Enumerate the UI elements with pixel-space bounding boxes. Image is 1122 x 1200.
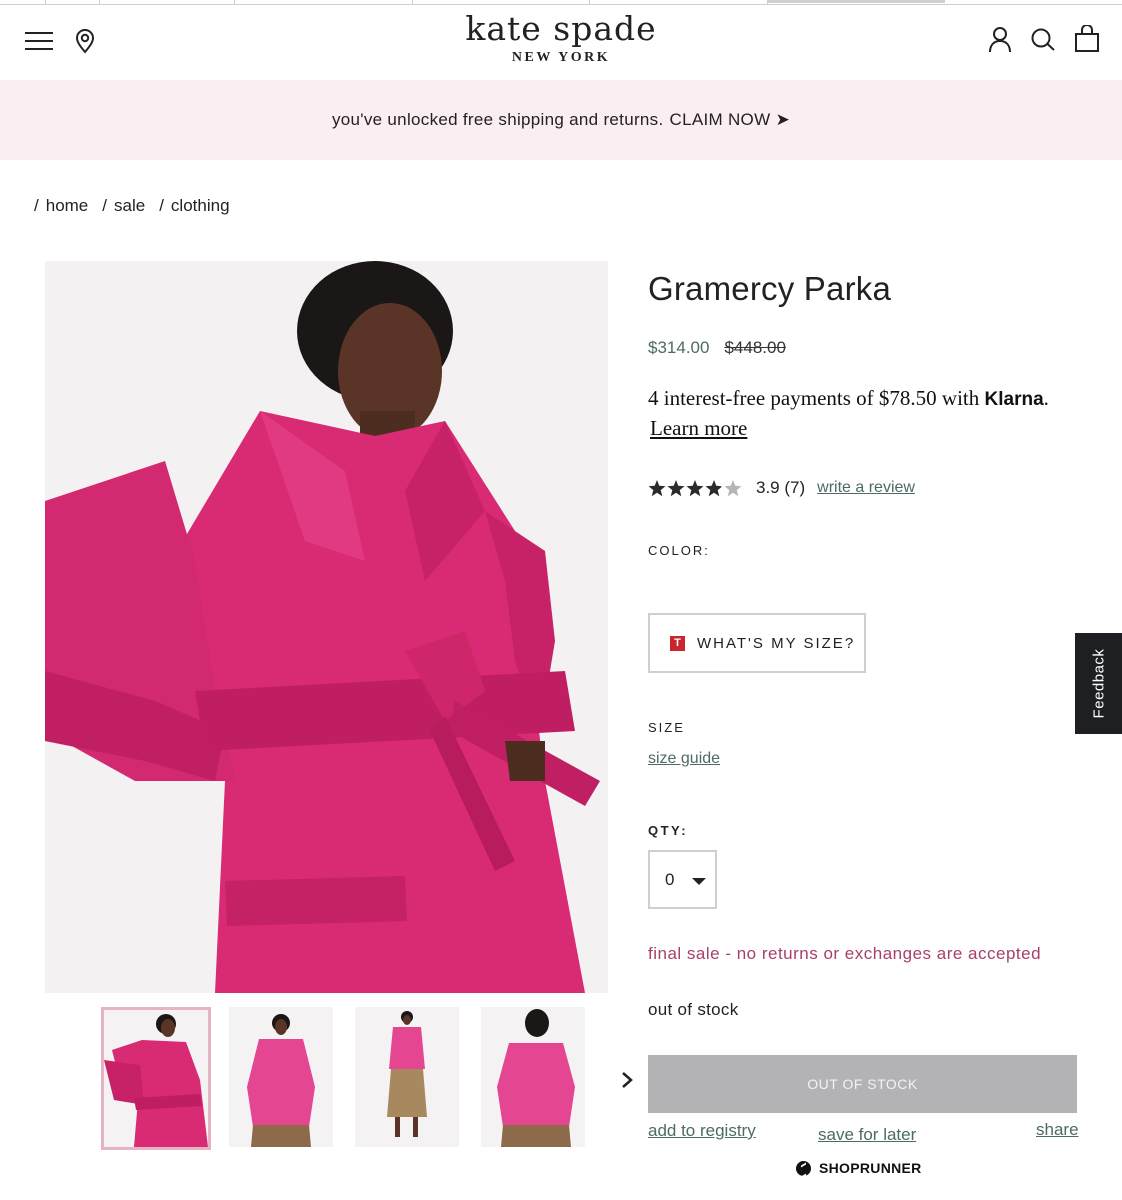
final-sale-notice: final sale - no returns or exchanges are… (648, 944, 1042, 963)
promo-banner[interactable]: you've unlocked free shipping and return… (0, 80, 1122, 160)
whats-my-size-label: WHAT'S MY SIZE? (697, 634, 856, 652)
share-link[interactable]: share (1036, 1120, 1079, 1140)
account-icon[interactable] (988, 26, 1012, 53)
breadcrumb-link-home[interactable]: home (46, 196, 89, 215)
claim-now-link[interactable]: CLAIM NOW ➤ (670, 110, 791, 130)
shoprunner-label: SHOPRUNNER (819, 1160, 922, 1176)
out-of-stock-button[interactable]: OUT OF STOCK (648, 1055, 1077, 1113)
quantity-select[interactable]: 0 (648, 850, 717, 909)
thumbnail-image[interactable] (101, 1007, 211, 1150)
color-label: COLOR: (648, 543, 710, 558)
rating-summary: 3.9 (7) write a review (648, 478, 915, 498)
brand-logo[interactable]: kate spade NEW YORK (0, 9, 1122, 66)
whats-my-size-button[interactable]: T WHAT'S MY SIZE? (648, 613, 866, 673)
shopping-bag-icon[interactable] (1074, 25, 1100, 53)
klarna-text: 4 interest-free payments of $78.50 with (648, 386, 980, 410)
star-icon (667, 480, 685, 497)
chevron-down-icon (692, 878, 706, 885)
rating-score: 3.9 (7) (756, 478, 806, 497)
price-block: $314.00 $448.00 (648, 338, 786, 358)
stock-status: out of stock (648, 1000, 739, 1019)
original-price: $448.00 (724, 338, 786, 357)
klarna-message: 4 interest-free payments of $78.50 with … (648, 384, 1068, 442)
breadcrumb-link-clothing[interactable]: clothing (171, 196, 230, 215)
thumbnail-image[interactable] (481, 1007, 585, 1147)
header-actions (988, 25, 1100, 53)
product-title: Gramercy Parka (648, 270, 892, 307)
feedback-tab[interactable]: Feedback (1075, 633, 1122, 734)
breadcrumb: / home / sale / clothing (34, 196, 230, 216)
thumbnail-image[interactable] (355, 1007, 459, 1147)
true-fit-logo-icon: T (670, 635, 685, 651)
shoprunner-icon (796, 1160, 811, 1176)
brand-name: kate spade (465, 9, 657, 48)
thumbnail-strip (101, 1007, 585, 1150)
chevron-right-icon[interactable] (620, 1070, 634, 1090)
breadcrumb-link-sale[interactable]: sale (114, 196, 145, 215)
star-icon (648, 480, 666, 497)
star-icon (705, 480, 723, 497)
sale-price: $314.00 (648, 338, 710, 357)
promo-text: you've unlocked free shipping and return… (332, 110, 664, 129)
product-main-image[interactable] (45, 261, 608, 993)
qty-label: QTY: (648, 823, 689, 838)
star-icon (686, 480, 704, 497)
shoprunner-badge[interactable]: SHOPRUNNER (796, 1160, 922, 1176)
save-for-later-link[interactable]: save for later (818, 1125, 916, 1145)
star-rating[interactable] (648, 478, 744, 498)
klarna-period: . (1043, 386, 1049, 410)
search-icon[interactable] (1030, 26, 1056, 52)
klarna-learn-more-link[interactable]: Learn more (650, 416, 747, 440)
klarna-logo: Klarna (984, 389, 1044, 410)
breadcrumb-item: / home (34, 196, 89, 215)
brand-subtitle: NEW YORK (511, 50, 611, 65)
breadcrumb-item: / sale (102, 196, 146, 215)
write-review-link[interactable]: write a review (817, 479, 915, 497)
add-to-registry-link[interactable]: add to registry (648, 1121, 756, 1141)
breadcrumb-item: / clothing (159, 196, 230, 215)
size-label: SIZE (648, 720, 685, 735)
thumbnail-image[interactable] (229, 1007, 333, 1147)
size-guide-link[interactable]: size guide (648, 750, 720, 768)
quantity-value: 0 (665, 869, 675, 889)
feedback-label: Feedback (1090, 648, 1107, 719)
site-header: kate spade NEW YORK (0, 5, 1122, 80)
star-icon (724, 480, 742, 497)
